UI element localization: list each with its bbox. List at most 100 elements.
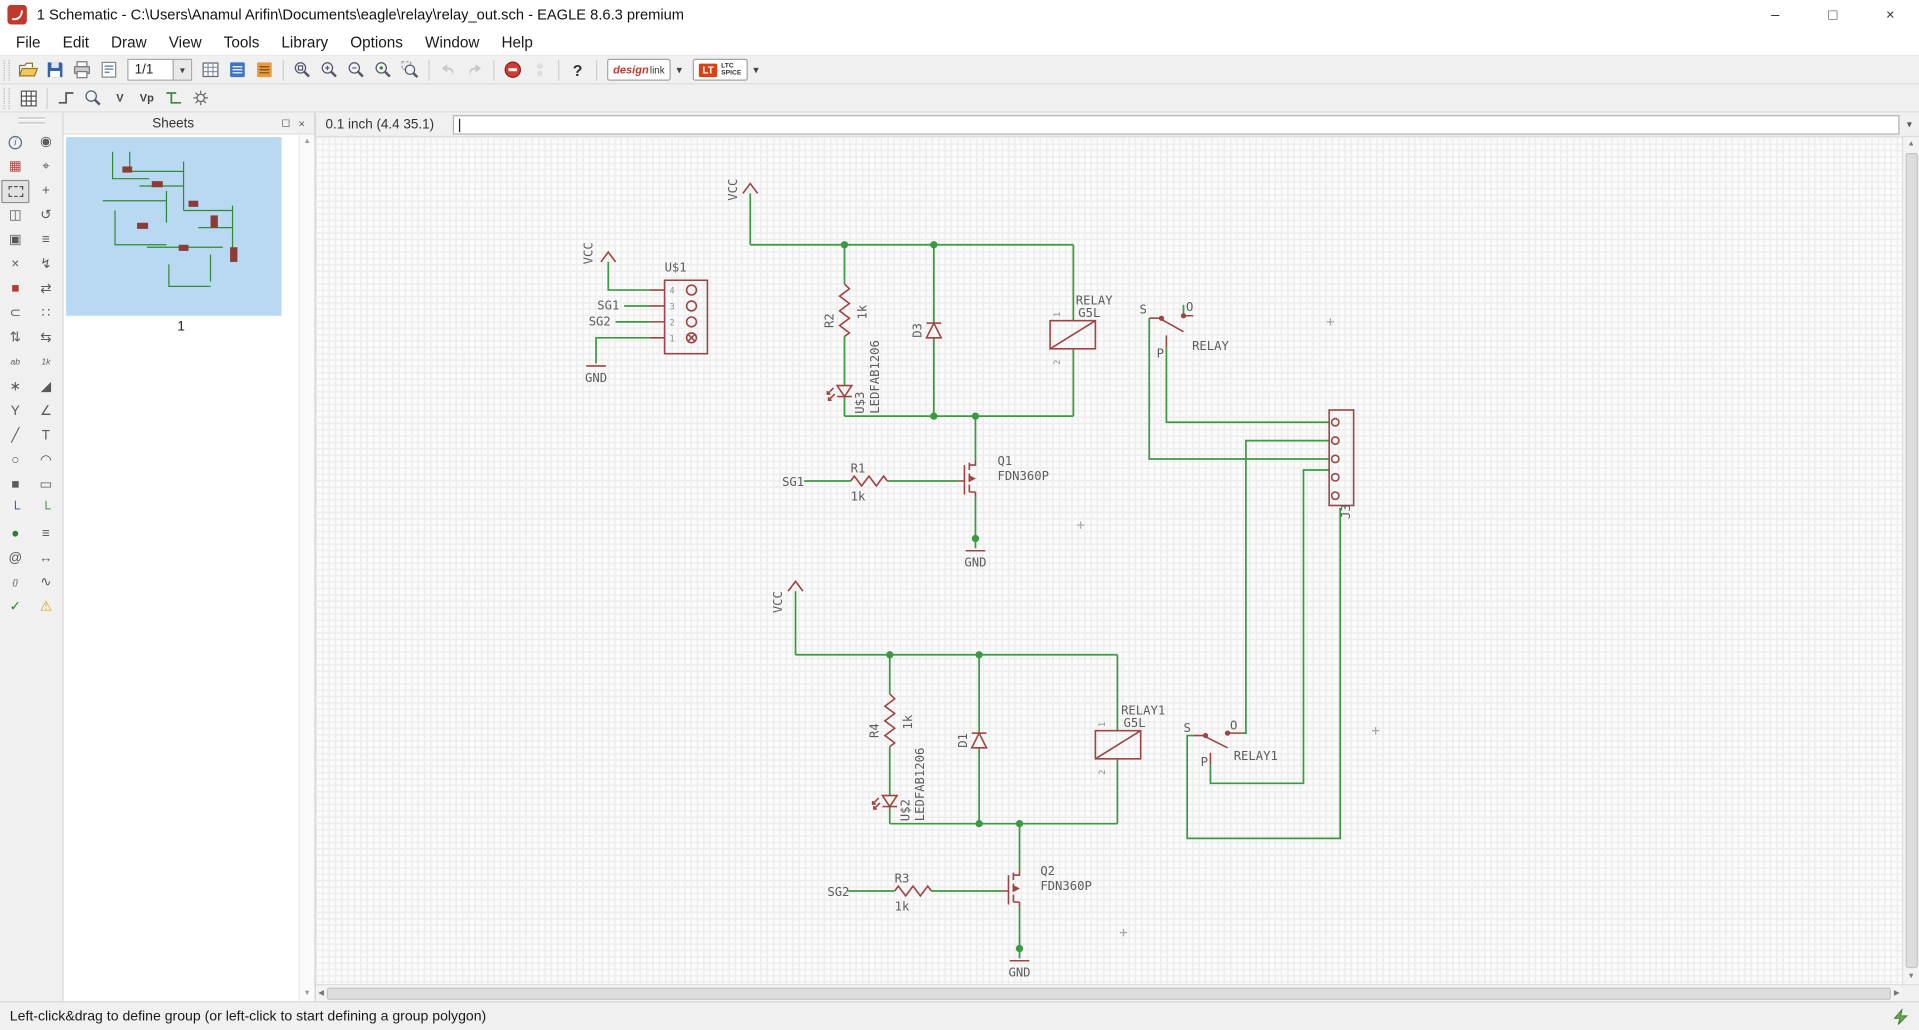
relay-value-label[interactable]: G5L: [1078, 306, 1100, 320]
mirror-tool[interactable]: ◫: [1, 204, 29, 227]
palette-grip-2[interactable]: [17, 122, 45, 125]
print-button[interactable]: [69, 58, 96, 82]
vcc-label[interactable]: VCC: [726, 179, 740, 201]
help-button[interactable]: ?: [564, 58, 591, 82]
resistor-r1[interactable]: [849, 474, 888, 488]
settings-button[interactable]: [187, 86, 214, 110]
menu-options[interactable]: Options: [339, 30, 414, 54]
copy-tool[interactable]: ▣: [1, 229, 29, 252]
toolbar2-grip[interactable]: [3, 87, 10, 109]
d3-name-label[interactable]: D3: [911, 323, 925, 338]
bend-style-button[interactable]: [53, 86, 80, 110]
relay-contact[interactable]: [1149, 313, 1194, 348]
contact1-relay-label[interactable]: RELAY1: [1234, 749, 1278, 763]
contact1-p-label[interactable]: P: [1201, 755, 1208, 769]
toolbar-grip[interactable]: [3, 59, 10, 81]
zoom-level-select[interactable]: 1/1 ▾: [127, 58, 193, 81]
paint-tool[interactable]: ■: [1, 278, 29, 301]
arc-tool[interactable]: ◠: [32, 449, 60, 472]
vcc-symbol-3[interactable]: [787, 580, 804, 592]
horizontal-scrollbar[interactable]: ◀ ▶: [315, 984, 1902, 1002]
smash-tool[interactable]: ∗: [1, 376, 29, 399]
diode-d3[interactable]: [925, 321, 943, 339]
dimension-tool[interactable]: ↔: [32, 547, 60, 570]
open-button[interactable]: [15, 58, 42, 82]
minimize-button[interactable]: –: [1747, 0, 1805, 29]
undo-button[interactable]: [434, 58, 461, 82]
relay1-value-label[interactable]: G5L: [1124, 716, 1146, 730]
paste-tool[interactable]: ≡: [32, 229, 60, 252]
name-tool[interactable]: ab: [1, 351, 29, 374]
vcc-symbol-2[interactable]: [600, 250, 617, 263]
menu-file[interactable]: File: [5, 30, 52, 54]
menu-draw[interactable]: Draw: [100, 30, 158, 54]
circle-tool[interactable]: ○: [1, 449, 29, 472]
group-tool[interactable]: [1, 179, 30, 204]
q1-name-label[interactable]: Q1: [997, 454, 1012, 468]
scroll-down-icon[interactable]: ▼: [1907, 969, 1914, 984]
stop-button[interactable]: [499, 58, 526, 82]
junction-tool[interactable]: ●: [1, 523, 29, 546]
horizontal-scroll-thumb[interactable]: [326, 987, 1892, 1000]
maximize-button[interactable]: □: [1804, 0, 1862, 29]
vcc-label[interactable]: VCC: [771, 591, 785, 613]
sg1-net-label[interactable]: SG1: [597, 299, 619, 313]
run-button[interactable]: [526, 58, 553, 82]
replace-tool[interactable]: ⇄: [32, 278, 60, 301]
menu-tools[interactable]: Tools: [213, 30, 271, 54]
relay1-coil[interactable]: [1094, 729, 1142, 760]
d1-name-label[interactable]: D1: [956, 733, 970, 748]
r4-name-label[interactable]: R4: [868, 723, 882, 738]
contact-p-label[interactable]: P: [1157, 346, 1164, 360]
resistor-r2[interactable]: [838, 283, 851, 338]
command-input[interactable]: [454, 115, 1899, 133]
designlink-dropdown[interactable]: ▾: [671, 58, 688, 82]
value-tool[interactable]: 1k: [32, 351, 60, 374]
rotate-tool[interactable]: ↺: [32, 204, 60, 227]
r3-value-label[interactable]: 1k: [895, 900, 910, 914]
split-tool[interactable]: Y: [1, 400, 29, 423]
gnd-label[interactable]: GND: [964, 556, 986, 570]
r2-name-label[interactable]: R2: [822, 313, 836, 328]
probe-tool[interactable]: ∿: [32, 572, 60, 595]
vcc-symbol-1[interactable]: [742, 182, 759, 194]
braces-tool[interactable]: {}: [1, 572, 29, 595]
resistor-r4[interactable]: [883, 693, 896, 748]
vertical-scrollbar[interactable]: ▲ ▼: [1901, 137, 1919, 985]
scroll-up-icon[interactable]: ▲: [1907, 137, 1914, 152]
sheets-scroll-down-icon[interactable]: ▼: [304, 990, 311, 997]
r1-name-label[interactable]: R1: [851, 461, 866, 475]
u2-name-label[interactable]: U$2: [898, 799, 912, 821]
u1-name-label[interactable]: U$1: [665, 261, 687, 275]
layer-settings-button[interactable]: [224, 58, 251, 82]
schematic-canvas[interactable]: VCC VCC VCC U$1 SG1 SG2 GND R2 1k U$3 LE…: [315, 137, 1902, 985]
q2-name-label[interactable]: Q2: [1040, 864, 1055, 878]
menu-window[interactable]: Window: [414, 30, 490, 54]
menu-library[interactable]: Library: [270, 30, 339, 54]
attribute-tool[interactable]: @: [1, 547, 29, 570]
menu-view[interactable]: View: [158, 30, 213, 54]
errors-tool[interactable]: ⚠: [32, 596, 60, 619]
cut-tool[interactable]: ⊂: [1, 302, 29, 325]
ltspice-dropdown[interactable]: ▾: [747, 58, 764, 82]
rect-tool[interactable]: ■: [1, 474, 29, 497]
menu-help[interactable]: Help: [490, 30, 544, 54]
sheets-close-icon[interactable]: ×: [294, 117, 310, 129]
sheet-1-label[interactable]: 1: [66, 316, 296, 334]
info-tool[interactable]: i: [1, 131, 29, 154]
q2-value-label[interactable]: FDN360P: [1040, 879, 1092, 893]
gnd-label[interactable]: GND: [585, 371, 607, 385]
sg1-net-label[interactable]: SG1: [782, 475, 804, 489]
palette-grip[interactable]: [17, 117, 45, 120]
sheets-scroll-up-icon[interactable]: ▲: [304, 138, 311, 145]
led-u2[interactable]: [871, 794, 899, 810]
ltspice-button[interactable]: LT LTC SPICE: [692, 58, 748, 81]
vertical-scroll-thumb[interactable]: [1905, 152, 1918, 969]
bus-tool[interactable]: └: [1, 498, 29, 521]
r4-value-label[interactable]: 1k: [901, 714, 915, 729]
simulate-v-button[interactable]: V: [106, 86, 133, 110]
scroll-right-icon[interactable]: ▶: [1894, 985, 1900, 1001]
r2-value-label[interactable]: 1k: [856, 304, 870, 319]
wire-tool[interactable]: ╱: [1, 425, 29, 448]
sheet-1-thumbnail[interactable]: [66, 137, 282, 316]
